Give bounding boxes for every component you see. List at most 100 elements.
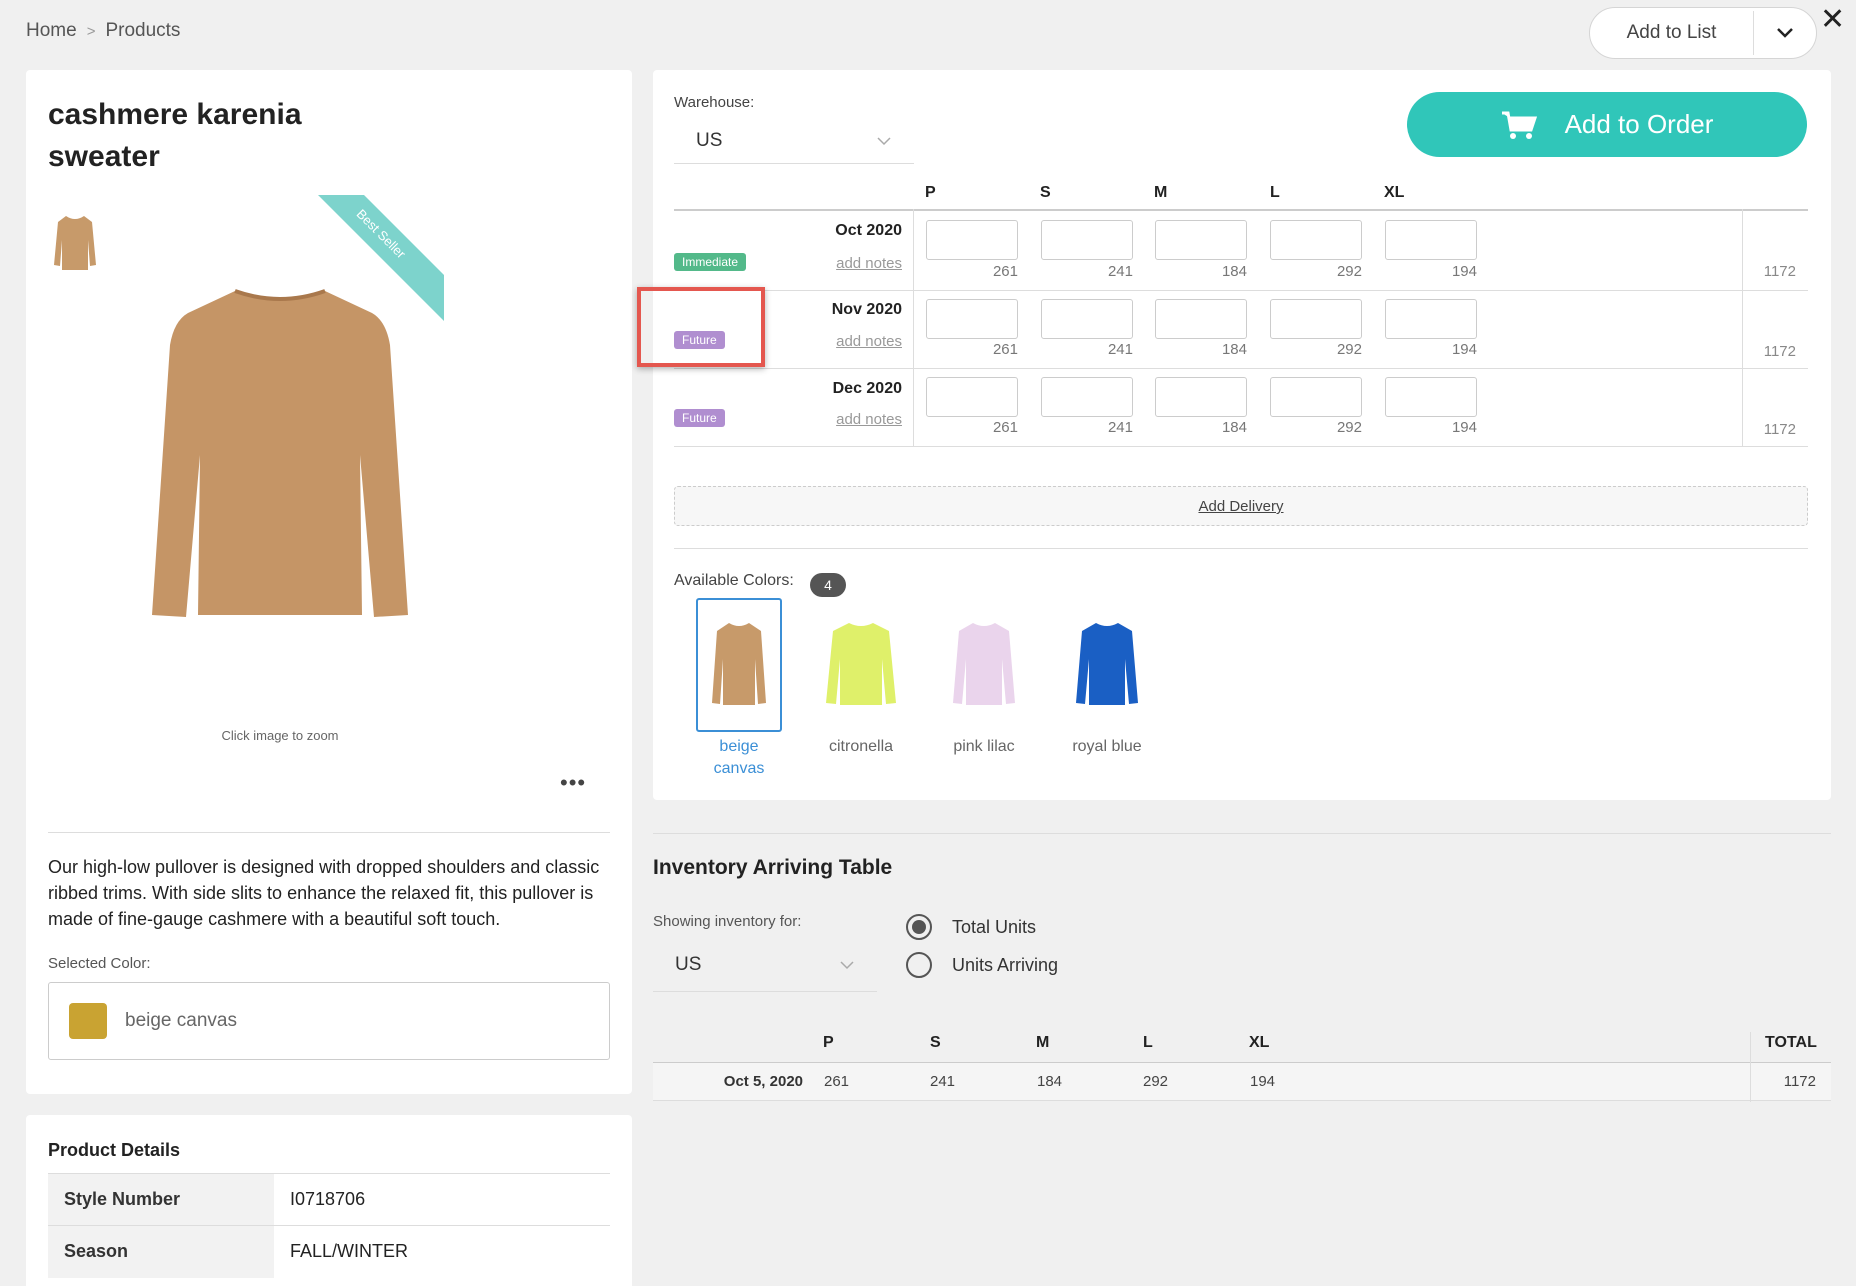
color-image[interactable] [696,598,782,732]
available-colors-label: Available Colors: [674,572,794,589]
inventory-arriving-title: Inventory Arriving Table [653,856,893,879]
inventory-header: XL [1249,1034,1270,1051]
color-option[interactable]: royal blue [1064,598,1150,758]
inventory-header: M [1036,1034,1050,1051]
more-options-icon[interactable]: ••• [560,770,586,796]
qty-input[interactable] [926,299,1018,339]
delivery-badge-immediate: Immediate [674,253,747,271]
inventory-value: 194 [1250,1073,1276,1090]
radio-total-units[interactable]: Total Units [906,914,1036,940]
size-header: P [925,184,936,201]
delivery-date: Nov 2020 [831,301,902,318]
inventory-header: L [1143,1034,1153,1051]
qty-input[interactable] [1270,299,1362,339]
qty-input[interactable] [1385,220,1477,260]
warehouse-select[interactable]: US [674,118,914,164]
chevron-down-icon [840,960,854,969]
inventory-value: 241 [930,1073,956,1090]
breadcrumb-separator: > [86,22,96,40]
add-to-list-label[interactable]: Add to List [1590,11,1754,55]
delivery-date: Dec 2020 [832,380,902,397]
chevron-down-icon [877,136,891,145]
radio-button-checked[interactable] [906,914,932,940]
qty-input[interactable] [1155,377,1247,417]
qty-input[interactable] [1155,299,1247,339]
add-to-list-button[interactable]: Add to List [1589,7,1817,59]
divider [653,833,1831,834]
grid-divider [1742,209,1743,447]
qty-input[interactable] [1041,220,1133,260]
add-to-order-button[interactable]: Add to Order [1407,92,1807,157]
color-name: citronella [828,738,894,755]
radio-units-arriving[interactable]: Units Arriving [906,952,1058,978]
available-colors-count: 4 [810,573,846,597]
color-image[interactable] [1064,598,1150,732]
inventory-warehouse-select[interactable]: US [653,938,877,992]
qty-input[interactable] [1041,299,1133,339]
grid-divider [674,446,1808,447]
color-name: pink lilac [953,738,1015,755]
qty-input[interactable] [1155,220,1247,260]
breadcrumb-home[interactable]: Home [26,20,77,42]
selected-color-value: beige canvas [125,1010,237,1031]
delivery-date: Oct 2020 [835,222,902,239]
color-swatch [69,1003,107,1039]
row-total: 1172 [1763,343,1796,360]
available-qty: 194 [1451,341,1477,358]
color-name: beige canvas [713,738,765,777]
warehouse-value: US [696,129,723,151]
qty-input[interactable] [1385,299,1477,339]
product-title: cashmere karenia sweater [48,98,302,173]
qty-input[interactable] [1270,377,1362,417]
qty-input[interactable] [926,377,1018,417]
inventory-header: TOTAL [1765,1034,1817,1051]
divider [674,548,1808,549]
color-image[interactable] [941,598,1027,732]
color-option[interactable]: beige canvas [696,598,782,780]
selected-color-field: beige canvas [48,982,610,1060]
breadcrumb-current[interactable]: Products [105,20,180,42]
available-qty: 261 [992,419,1018,436]
table-row: Style Number I0718706 [48,1173,610,1226]
grid-divider [674,209,1808,211]
close-icon[interactable]: ✕ [1820,5,1845,35]
color-option[interactable]: pink lilac [941,598,1027,758]
row-total: 1172 [1763,421,1796,438]
inventory-value: 261 [824,1073,850,1090]
divider [48,832,610,833]
radio-label: Units Arriving [952,954,1059,975]
inventory-header: P [823,1034,834,1051]
product-details-title: Product Details [48,1140,181,1160]
color-option[interactable]: citronella [818,598,904,758]
available-qty: 261 [992,263,1018,280]
color-name: royal blue [1072,738,1142,755]
product-main-image[interactable] [150,285,410,625]
grid-divider [1750,1032,1751,1102]
add-delivery-button[interactable]: Add Delivery [674,486,1808,526]
detail-key: Style Number [48,1173,274,1226]
table-row: Season FALL/WINTER [48,1225,610,1278]
qty-input[interactable] [1270,220,1362,260]
product-thumbnail[interactable] [50,210,100,275]
available-qty: 241 [1107,263,1133,280]
qty-input[interactable] [926,220,1018,260]
radio-button[interactable] [906,952,932,978]
add-notes-link[interactable]: add notes [782,411,902,428]
selected-color-label: Selected Color: [48,955,151,972]
size-header: L [1270,184,1280,201]
available-qty: 261 [992,341,1018,358]
color-image[interactable] [818,598,904,732]
chevron-down-icon[interactable] [1754,27,1816,39]
qty-input[interactable] [1385,377,1477,417]
add-notes-link[interactable]: add notes [782,333,902,350]
delivery-badge-future: Future [674,409,725,427]
qty-input[interactable] [1041,377,1133,417]
available-qty: 292 [1336,419,1362,436]
available-qty: 241 [1107,341,1133,358]
add-notes-link[interactable]: add notes [782,255,902,272]
grid-divider [674,290,1808,291]
inventory-value: 184 [1037,1073,1063,1090]
available-qty: 184 [1221,263,1247,280]
size-header: XL [1384,184,1405,201]
available-qty: 184 [1221,341,1247,358]
